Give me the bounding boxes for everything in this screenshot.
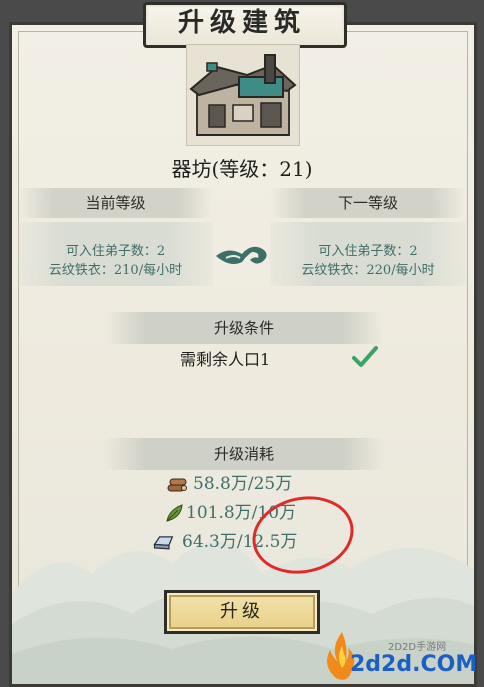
leaf-icon: [166, 504, 183, 522]
check-icon: [352, 346, 378, 367]
costs-header: 升级消耗: [104, 438, 384, 470]
upgrade-button[interactable]: 升级: [164, 590, 320, 634]
current-production-rate: 云纹铁衣：210/每小时: [48, 263, 183, 278]
current-disciple-capacity: 可入住弟子数：2: [65, 244, 166, 259]
watermark-small-text: 2D2D手游网: [388, 642, 447, 653]
current-level-header: 当前等级: [18, 188, 213, 218]
condition-remaining-population: 需剩余人口1: [180, 350, 271, 369]
cost-wood: 58.8万/25万: [193, 474, 293, 494]
conditions-header: 升级条件: [104, 312, 384, 344]
building-image: [186, 44, 300, 146]
dialog-title: 升级建筑: [177, 8, 306, 38]
cloud-arrow-icon: [216, 246, 267, 264]
wood-logs-icon: [167, 478, 187, 492]
current-level-box: 可入住弟子数：2 云纹铁衣：210/每小时: [18, 222, 213, 286]
next-level-header: 下一等级: [270, 188, 466, 218]
building-name-level: 器坊(等级：21): [171, 157, 313, 181]
iron-ingot-icon: [153, 536, 174, 550]
next-level-box: 可入住弟子数：2 云纹铁衣：220/每小时: [270, 222, 466, 286]
next-disciple-capacity: 可入住弟子数：2: [318, 244, 418, 259]
workshop-building-icon: [189, 54, 297, 136]
next-production-rate: 云纹铁衣：220/每小时: [301, 263, 435, 278]
watermark-big-text: 2d2d.COM: [350, 652, 478, 677]
